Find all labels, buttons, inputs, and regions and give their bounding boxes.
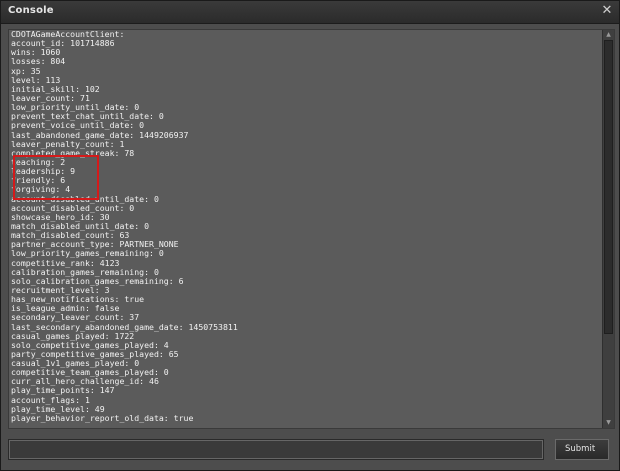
highlight-box	[13, 155, 99, 200]
close-icon[interactable]: ✕	[599, 3, 615, 19]
scroll-thumb[interactable]	[604, 40, 613, 334]
submit-button[interactable]: Submit	[555, 439, 609, 460]
vertical-scrollbar[interactable]: ▲ ▼	[602, 30, 614, 428]
window-title: Console	[8, 5, 54, 16]
console-window: Console ✕ CDOTAGameAccountClient: account…	[0, 0, 620, 471]
console-output: CDOTAGameAccountClient: account_id: 10171…	[8, 29, 615, 429]
console-line: losses: 804	[11, 56, 66, 67]
command-row: Submit	[8, 438, 615, 462]
console-line: player_behavior_report_old_data: true	[11, 412, 194, 423]
scroll-up-icon[interactable]: ▲	[603, 30, 614, 40]
command-input[interactable]	[8, 439, 544, 460]
scroll-down-icon[interactable]: ▼	[603, 418, 614, 428]
console-log: CDOTAGameAccountClient: account_id: 10171…	[11, 30, 238, 423]
title-bar[interactable]: Console ✕	[1, 1, 619, 24]
